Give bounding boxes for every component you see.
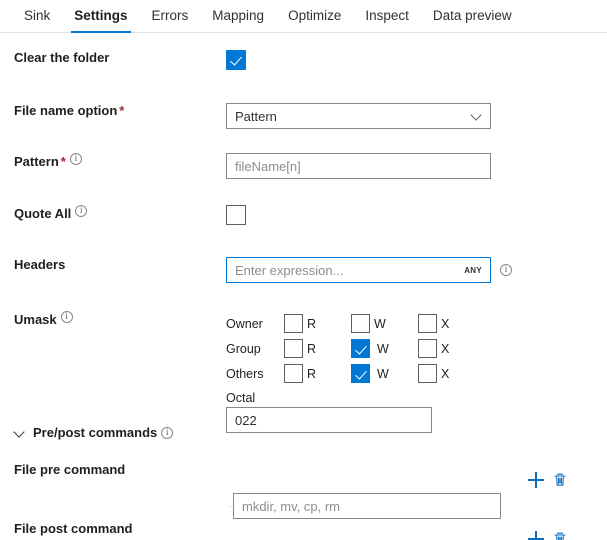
clear-folder-label: Clear the folder xyxy=(0,50,226,65)
settings-form: Clear the folder File name option* Patte… xyxy=(0,50,607,410)
tab-label: Errors xyxy=(152,8,189,23)
field-row-quote-all: Quote All xyxy=(0,205,607,243)
octal-input[interactable]: 022 xyxy=(226,407,432,433)
pattern-input[interactable]: fileName[n] xyxy=(226,153,491,179)
umask-group-read-checkbox[interactable] xyxy=(284,339,303,358)
prepost-commands-section-label: Pre/post commands xyxy=(33,425,157,440)
umask-owner-write-cell: W xyxy=(351,314,418,333)
quote-all-label: Quote All xyxy=(0,205,226,221)
umask-others-read-checkbox[interactable] xyxy=(284,364,303,383)
write-letter: W xyxy=(377,342,389,356)
umask-permission-grid: Owner R W X Group xyxy=(226,311,607,410)
tab-label: Inspect xyxy=(365,8,409,23)
write-letter: W xyxy=(377,367,389,381)
any-type-badge: ANY xyxy=(458,266,482,275)
execute-letter: X xyxy=(441,367,449,381)
umask-owner-read-cell: R xyxy=(284,314,351,333)
required-asterisk: * xyxy=(119,103,124,118)
umask-row-others: Others R W X xyxy=(226,361,607,386)
tab-label: Optimize xyxy=(288,8,341,23)
info-icon[interactable] xyxy=(161,427,173,439)
tab-label: Settings xyxy=(74,8,127,23)
info-icon[interactable] xyxy=(70,153,82,165)
read-letter: R xyxy=(307,367,316,381)
quote-all-checkbox[interactable] xyxy=(226,205,246,225)
info-icon[interactable] xyxy=(500,264,512,276)
field-row-headers: Headers Enter expression... ANY xyxy=(0,257,607,295)
read-letter: R xyxy=(307,342,316,356)
umask-owner-read-checkbox[interactable] xyxy=(284,314,303,333)
tab-label: Data preview xyxy=(433,8,512,23)
add-post-command-icon[interactable] xyxy=(527,530,545,540)
write-letter: W xyxy=(374,317,386,331)
tab-data-preview[interactable]: Data preview xyxy=(421,9,524,32)
execute-letter: X xyxy=(441,342,449,356)
headers-placeholder: Enter expression... xyxy=(235,263,343,278)
prepost-commands-section-toggle[interactable]: Pre/post commands xyxy=(0,425,173,440)
tab-label: Mapping xyxy=(212,8,264,23)
umask-others-write-cell: W xyxy=(351,364,418,383)
file-pre-command-placeholder: mkdir, mv, cp, rm xyxy=(242,499,340,514)
field-row-pattern: Pattern* fileName[n] xyxy=(0,153,607,191)
umask-row-label: Owner xyxy=(226,317,284,331)
octal-input-wrap: 022 xyxy=(226,407,432,433)
file-post-command-label: File post command xyxy=(14,521,132,536)
umask-group-execute-cell: X xyxy=(418,339,485,358)
umask-row-label: Others xyxy=(226,367,284,381)
umask-group-write-cell: W xyxy=(351,339,418,358)
required-asterisk: * xyxy=(61,154,66,169)
info-icon[interactable] xyxy=(75,205,87,217)
umask-owner-execute-checkbox[interactable] xyxy=(418,314,437,333)
file-name-option-select[interactable]: Pattern xyxy=(226,103,491,129)
chevron-down-icon xyxy=(472,111,482,121)
umask-group-write-checkbox[interactable] xyxy=(351,339,370,358)
add-pre-command-icon[interactable] xyxy=(527,471,545,489)
tab-label: Sink xyxy=(24,8,50,23)
umask-others-write-checkbox[interactable] xyxy=(351,364,370,383)
umask-row-label: Group xyxy=(226,342,284,356)
umask-others-execute-checkbox[interactable] xyxy=(418,364,437,383)
pattern-label: Pattern* xyxy=(0,153,226,169)
tab-mapping[interactable]: Mapping xyxy=(200,9,276,32)
file-pre-command-label: File pre command xyxy=(14,462,125,477)
field-row-clear-folder: Clear the folder xyxy=(0,50,607,88)
umask-owner-execute-cell: X xyxy=(418,314,485,333)
umask-label: Umask xyxy=(0,311,226,327)
tab-sink[interactable]: Sink xyxy=(12,9,62,32)
file-name-option-label: File name option* xyxy=(0,103,226,118)
tab-errors[interactable]: Errors xyxy=(140,9,201,32)
read-letter: R xyxy=(307,317,316,331)
octal-value: 022 xyxy=(235,413,257,428)
delete-pre-command-icon[interactable] xyxy=(551,471,569,489)
tab-settings[interactable]: Settings xyxy=(62,9,139,32)
file-name-option-value: Pattern xyxy=(235,109,277,124)
execute-letter: X xyxy=(441,317,449,331)
chevron-down-icon xyxy=(14,427,26,439)
file-pre-command-input[interactable]: mkdir, mv, cp, rm xyxy=(233,493,501,519)
tab-bar: Sink Settings Errors Mapping Optimize In… xyxy=(0,0,607,33)
pattern-placeholder: fileName[n] xyxy=(235,159,301,174)
tab-inspect[interactable]: Inspect xyxy=(353,9,421,32)
field-row-file-name-option: File name option* Pattern xyxy=(0,103,607,141)
headers-expression-input[interactable]: Enter expression... ANY xyxy=(226,257,491,283)
clear-folder-checkbox[interactable] xyxy=(226,50,246,70)
umask-others-execute-cell: X xyxy=(418,364,485,383)
umask-owner-write-checkbox[interactable] xyxy=(351,314,370,333)
umask-group-execute-checkbox[interactable] xyxy=(418,339,437,358)
headers-label: Headers xyxy=(0,257,226,272)
field-row-umask: Umask Owner R W X xyxy=(0,311,607,410)
umask-group-read-cell: R xyxy=(284,339,351,358)
tab-optimize[interactable]: Optimize xyxy=(276,9,353,32)
umask-row-owner: Owner R W X xyxy=(226,311,607,336)
umask-others-read-cell: R xyxy=(284,364,351,383)
umask-row-group: Group R W X xyxy=(226,336,607,361)
delete-post-command-icon[interactable] xyxy=(551,530,569,540)
info-icon[interactable] xyxy=(61,311,73,323)
